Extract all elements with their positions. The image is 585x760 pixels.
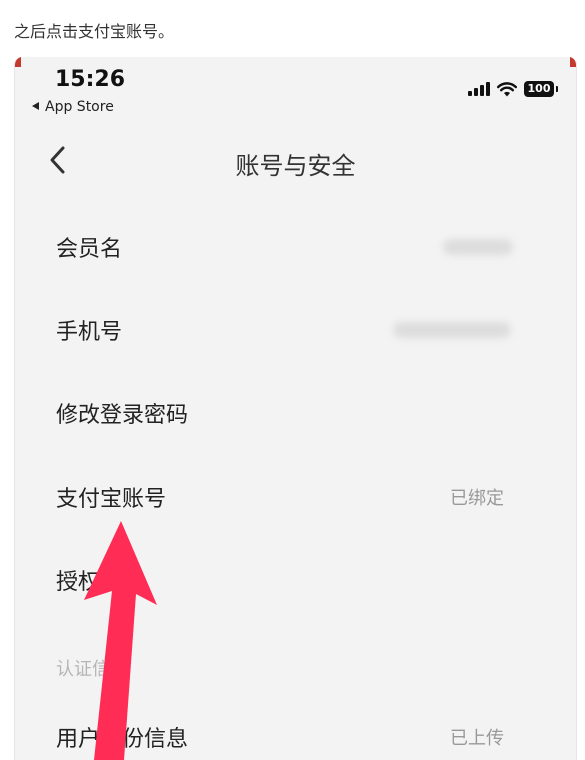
section-title: 认证信息	[56, 659, 128, 680]
status-bar: 15:26 App Store 100	[15, 57, 576, 129]
list-item-authorization[interactable]: 授权管理	[15, 550, 576, 610]
cellular-signal-icon	[468, 82, 490, 96]
battery-icon: 100	[524, 81, 558, 97]
status-icons: 100	[468, 80, 558, 98]
back-to-app-store-link[interactable]: App Store	[32, 99, 114, 115]
list-item-identity-info[interactable]: 用户身份信息 已上传	[15, 707, 576, 760]
row-label: 修改登录密码	[56, 403, 189, 428]
page-title: 账号与安全	[235, 152, 356, 180]
caption-text: 之后点击支付宝账号。	[14, 22, 175, 41]
row-value: 已绑定	[450, 488, 504, 509]
row-value: 已上传	[450, 728, 504, 749]
row-label: 用户身份信息	[56, 727, 189, 752]
status-time: 15:26	[55, 67, 126, 92]
nav-bar: 账号与安全	[15, 129, 576, 191]
row-label: 授权管理	[56, 570, 145, 595]
back-to-app-label: App Store	[45, 99, 114, 115]
row-label: 手机号	[56, 320, 123, 345]
list-item-phone[interactable]: 手机号	[15, 300, 576, 360]
list-item-member-name[interactable]: 会员名	[15, 217, 576, 277]
row-label: 会员名	[56, 237, 123, 262]
blurred-value	[393, 322, 511, 338]
list-item-alipay-account[interactable]: 支付宝账号 已绑定	[15, 467, 576, 527]
blurred-value	[443, 239, 513, 255]
list-item-change-password[interactable]: 修改登录密码	[15, 383, 576, 443]
row-label: 支付宝账号	[56, 487, 167, 512]
back-triangle-icon	[32, 102, 39, 110]
phone-screen: 15:26 App Store 100 账号与安全 会员名 手机号 修改登录密码…	[14, 57, 577, 760]
wifi-icon	[497, 81, 517, 96]
